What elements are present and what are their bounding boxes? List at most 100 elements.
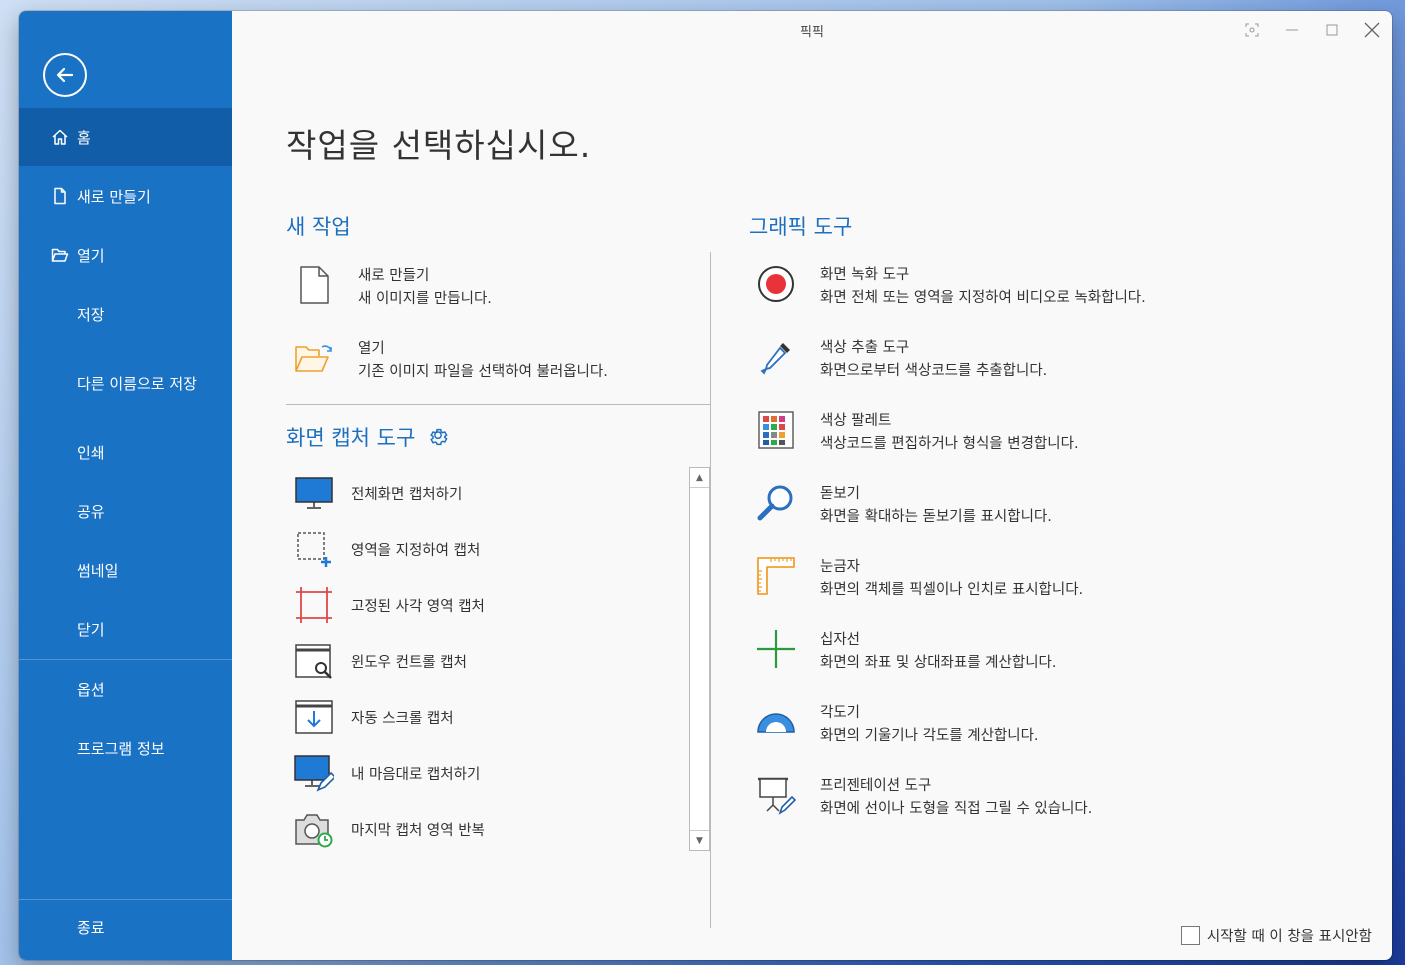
capture-item-fullscreen[interactable]: 전체화면 캡처하기 [294,473,462,513]
sidebar-item-thumbnail[interactable]: 썸네일 [19,541,232,599]
sidebar-item-open[interactable]: 열기 [19,226,232,284]
capture-heading-label: 화면 캡처 도구 [286,426,416,450]
sidebar: 홈 새로 만들기 열기 저장 다른 이름으로 저장 인쇄 공유 썸네일 닫기 옵… [19,11,232,960]
sidebar-item-new[interactable]: 새로 만들기 [19,167,232,225]
item-name: 전체화면 캡처하기 [351,486,463,503]
graphic-item-color-picker[interactable]: 색상 추출 도구 화면으로부터 색상코드를 추출합니다. [756,337,1047,383]
sidebar-item-label: 닫기 [77,620,105,639]
new-work-heading: 새 작업 [286,215,351,239]
sidebar-item-label: 저장 [77,305,105,324]
monitor-icon [295,477,333,509]
sidebar-item-about[interactable]: 프로그램 정보 [19,719,232,777]
scroll-up-button[interactable]: ▲ [690,468,709,488]
window-controls [1232,11,1392,49]
item-name: 열기 [358,341,385,357]
item-name: 마지막 캡처 영역 반복 [351,822,485,839]
close-icon [1364,22,1380,38]
item-name: 돋보기 [820,486,861,502]
sidebar-item-label: 새로 만들기 [77,187,151,206]
minimize-icon [1286,29,1298,31]
item-desc: 기존 이미지 파일을 선택하여 불러옵니다. [358,364,608,380]
sidebar-item-save-as[interactable]: 다른 이름으로 저장 [19,354,232,412]
eyedropper-icon [760,343,790,375]
arrow-left-icon [56,67,74,83]
sidebar-item-print[interactable]: 인쇄 [19,423,232,481]
sidebar-item-label: 프로그램 정보 [77,739,165,758]
capture-heading: 화면 캡처 도구 [286,422,449,452]
page-title: 작업을 선택하십시오. [286,126,592,165]
record-icon [758,266,794,302]
item-desc: 화면을 확대하는 돋보기를 표시합니다. [820,509,1052,525]
sidebar-item-options[interactable]: 옵션 [19,660,232,718]
gear-icon[interactable] [427,426,449,448]
item-name: 내 마음대로 캡처하기 [351,766,481,783]
sidebar-item-label: 인쇄 [77,443,105,462]
close-button[interactable] [1352,11,1392,49]
capture-window-button[interactable] [1232,11,1272,49]
item-desc: 화면의 좌표 및 상대좌표를 계산합니다. [820,655,1057,671]
item-name: 십자선 [820,632,861,648]
capture-list-scrollbar[interactable]: ▲ ▼ [689,467,710,851]
item-desc: 화면 전체 또는 영역을 지정하여 비디오로 녹화합니다. [820,290,1146,306]
camera-repeat-icon [295,814,333,848]
startup-checkbox-label: 시작할 때 이 창을 표시안함 [1206,929,1372,945]
graphic-item-crosshair[interactable]: 십자선 화면의 좌표 및 상대좌표를 계산합니다. [756,629,1056,675]
window-title: 픽픽 [800,24,824,40]
new-file-icon [300,266,329,304]
open-file-item[interactable]: 열기 기존 이미지 파일을 선택하여 불러옵니다. [294,338,608,384]
sidebar-item-label: 옵션 [77,680,105,699]
color-palette-icon [758,411,794,449]
item-name: 영역을 지정하여 캡처 [351,542,481,559]
item-name: 각도기 [820,705,861,721]
section-divider [286,404,710,405]
fixed-region-icon [296,587,332,623]
sidebar-item-label: 공유 [77,502,105,521]
graphic-item-screen-recorder[interactable]: 화면 녹화 도구 화면 전체 또는 영역을 지정하여 비디오로 녹화합니다. [756,264,1146,310]
graphic-item-magnifier[interactable]: 돋보기 화면을 확대하는 돋보기를 표시합니다. [756,483,1052,529]
capture-item-region[interactable]: 영역을 지정하여 캡처 [294,529,480,569]
item-desc: 색상코드를 편집하거나 형식을 변경합니다. [820,436,1079,452]
capture-item-repeat[interactable]: 마지막 캡처 영역 반복 [294,809,485,849]
crosshair-icon [757,630,795,668]
new-file-item[interactable]: 새로 만들기 새 이미지를 만듭니다. [294,265,492,311]
item-name: 자동 스크롤 캡처 [351,710,454,727]
startup-option[interactable]: 시작할 때 이 창을 표시안함 [1180,925,1372,946]
sidebar-item-label: 열기 [77,246,105,265]
graphic-tools-heading: 그래픽 도구 [749,215,853,239]
ruler-icon [757,557,795,595]
item-name: 프리젠테이션 도구 [820,778,932,794]
sidebar-item-save[interactable]: 저장 [19,285,232,343]
sidebar-item-close[interactable]: 닫기 [19,600,232,658]
minimize-button[interactable] [1272,11,1312,49]
capture-item-scroll[interactable]: 자동 스크롤 캡처 [294,697,454,737]
screenshot-icon [1245,23,1259,37]
sidebar-item-share[interactable]: 공유 [19,482,232,540]
monitor-pen-icon [294,755,334,792]
folder-open-icon [51,248,69,262]
window-search-icon [295,644,332,679]
folder-open-icon [295,345,332,372]
sidebar-item-home[interactable]: 홈 [19,108,232,166]
startup-checkbox[interactable] [1180,926,1200,945]
item-desc: 화면으로부터 색상코드를 추출합니다. [820,363,1048,379]
magnifier-icon [757,485,793,521]
item-name: 고정된 사각 영역 캡처 [351,598,485,615]
main-panel: 작업을 선택하십시오. 새 작업 새로 만들기 새 이미지를 만듭니다. 열기 … [232,49,1392,960]
item-name: 새로 만들기 [358,268,430,284]
graphic-item-color-palette[interactable]: 색상 팔레트 색상코드를 편집하거나 형식을 변경합니다. [756,410,1079,456]
graphic-item-protractor[interactable]: 각도기 화면의 기울기나 각도를 계산합니다. [756,702,1039,748]
sidebar-item-label: 종료 [77,918,105,937]
sidebar-item-label: 썸네일 [77,561,119,580]
scroll-down-button[interactable]: ▼ [690,830,709,850]
back-button[interactable] [43,53,87,97]
item-desc: 화면의 기울기나 각도를 계산합니다. [820,728,1039,744]
sidebar-item-exit[interactable]: 종료 [19,900,232,954]
graphic-item-presentation[interactable]: 프리젠테이션 도구 화면에 선이나 도형을 직접 그릴 수 있습니다. [756,775,1092,821]
item-desc: 새 이미지를 만듭니다. [358,291,492,307]
capture-item-window[interactable]: 윈도우 컨트롤 캡처 [294,641,467,681]
protractor-icon [757,713,795,733]
capture-item-freehand[interactable]: 내 마음대로 캡처하기 [294,753,480,793]
capture-item-fixed-region[interactable]: 고정된 사각 영역 캡처 [294,585,485,625]
maximize-button[interactable] [1312,11,1352,49]
graphic-item-ruler[interactable]: 눈금자 화면의 객체를 픽셀이나 인치로 표시합니다. [756,556,1083,602]
